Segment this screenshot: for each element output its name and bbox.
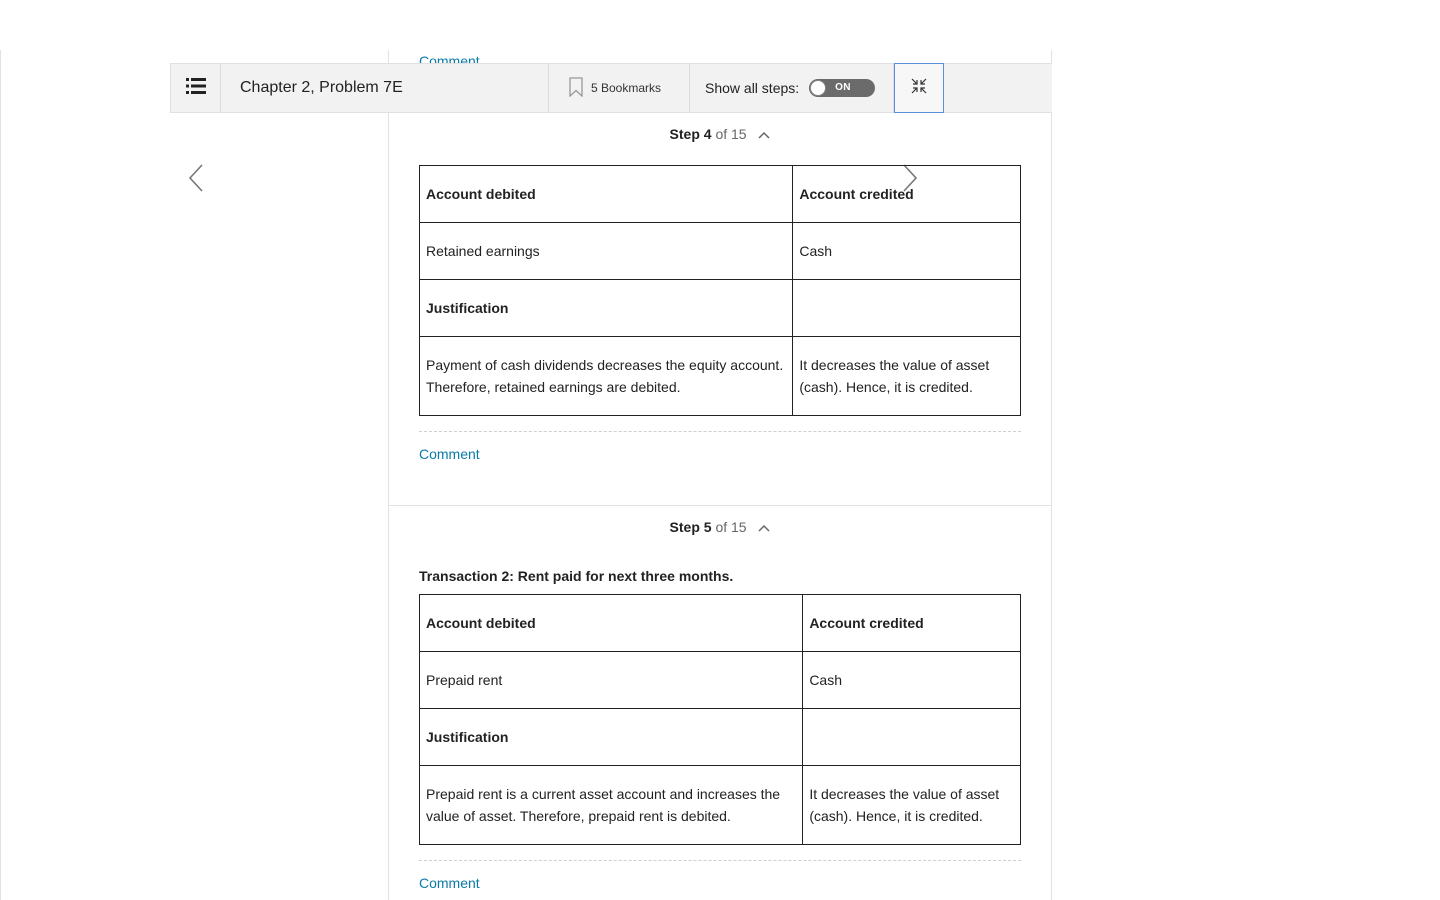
bookmarks-button[interactable]: 5 Bookmarks — [549, 64, 690, 112]
show-all-steps-label: Show all steps: — [705, 80, 800, 96]
step-label: Step 4 — [669, 126, 712, 142]
header-account-debited: Account debited — [418, 594, 804, 652]
bookmarks-label: 5 Bookmarks — [591, 81, 662, 95]
toggle-knob — [810, 80, 827, 96]
justification-credit: It decreases the value of asset (cash). … — [792, 336, 1021, 416]
justification-debit: Prepaid rent is a current asset account … — [418, 765, 804, 845]
header-account-debited: Account debited — [418, 165, 794, 223]
justification-credit: It decreases the value of asset (cash). … — [802, 765, 1021, 845]
step-count: of 15 — [715, 519, 747, 535]
solution-toolbar: Chapter 2, Problem 7E 5 Bookmarks Show a… — [170, 63, 1052, 113]
journal-table-step-5: Account debited Account credited Prepaid… — [418, 594, 1021, 845]
empty-cell — [802, 708, 1021, 766]
comment-link-step-4[interactable]: Comment — [419, 446, 480, 462]
journal-table-step-4: Account debited Account credited Retaine… — [418, 165, 1021, 416]
step-label: Step 5 — [669, 519, 712, 535]
step-divider — [389, 505, 1051, 506]
account-credited-value: Cash — [802, 651, 1021, 709]
chevron-left-icon — [186, 164, 206, 197]
show-all-steps-toggle[interactable]: ON — [809, 79, 876, 97]
dashed-divider — [419, 431, 1021, 432]
header-account-credited: Account credited — [792, 165, 1021, 223]
chevron-up-icon — [750, 126, 770, 142]
list-icon — [185, 77, 206, 99]
previous-step-button[interactable] — [186, 163, 206, 198]
step-5-header[interactable]: Step 5 of 15 — [389, 519, 1051, 535]
account-credited-value: Cash — [792, 222, 1021, 280]
collapse-icon — [910, 77, 928, 100]
account-debited-value: Prepaid rent — [418, 651, 804, 709]
dashed-divider — [419, 860, 1021, 861]
problem-title: Chapter 2, Problem 7E — [221, 64, 549, 112]
table-of-contents-button[interactable] — [170, 64, 221, 112]
collapse-view-button[interactable] — [894, 63, 944, 113]
comment-link-step-5[interactable]: Comment — [419, 875, 480, 891]
transaction-title: Transaction 2: Rent paid for next three … — [419, 568, 734, 584]
header-account-credited: Account credited — [802, 594, 1021, 652]
account-debited-value: Retained earnings — [418, 222, 794, 280]
header-justification: Justification — [418, 279, 794, 337]
step-count: of 15 — [715, 126, 747, 142]
show-all-steps: Show all steps: ON — [690, 64, 894, 112]
empty-cell — [792, 279, 1021, 337]
toggle-label: ON — [835, 82, 851, 93]
bookmark-icon — [569, 76, 591, 100]
justification-debit: Payment of cash dividends decreases the … — [418, 336, 794, 416]
step-4-header[interactable]: Step 4 of 15 — [389, 126, 1051, 142]
header-justification: Justification — [418, 708, 804, 766]
chevron-up-icon — [750, 519, 770, 535]
